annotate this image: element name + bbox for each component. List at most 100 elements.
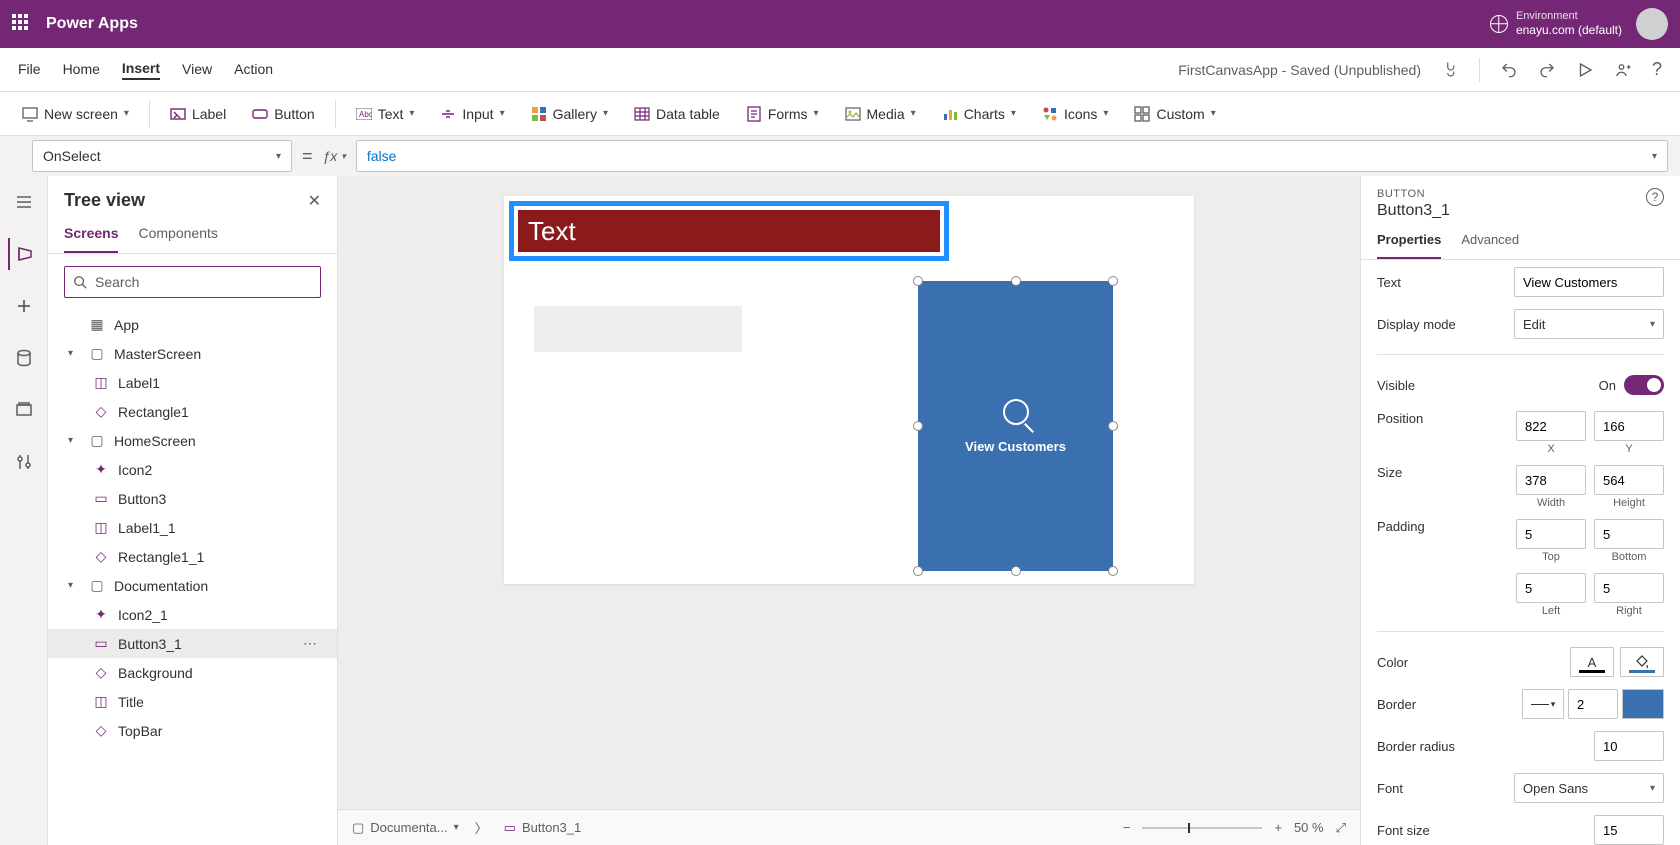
canvas-view-customers-button[interactable]: View Customers [918, 281, 1113, 571]
tree-item-documentation[interactable]: ▾▢Documentation [48, 571, 337, 600]
redo-icon[interactable] [1538, 61, 1556, 79]
search-input[interactable]: Search [64, 266, 321, 298]
breadcrumb-control[interactable]: ▭ Button3_1 [504, 820, 582, 836]
prop-padright-input[interactable] [1594, 573, 1664, 603]
property-selector[interactable]: OnSelect ▾ [32, 140, 292, 172]
prop-height-input[interactable] [1594, 465, 1664, 495]
formula-input[interactable]: false ▾ [356, 140, 1668, 172]
tab-action[interactable]: Action [234, 61, 273, 79]
datatable-button[interactable]: Data table [624, 100, 730, 128]
resize-handle[interactable] [1011, 276, 1021, 286]
border-width-input[interactable] [1568, 689, 1618, 719]
prop-padleft-input[interactable] [1516, 573, 1586, 603]
font-color-button[interactable]: A [1570, 647, 1614, 677]
tree-item-topbar[interactable]: ◇TopBar [48, 716, 337, 745]
prop-padtop-input[interactable] [1516, 519, 1586, 549]
visible-toggle[interactable] [1624, 375, 1664, 395]
fx-icon[interactable]: ƒx ▾ [323, 148, 346, 164]
tree-item-app[interactable]: ▦App [48, 310, 337, 339]
app-checker-icon[interactable] [1441, 61, 1459, 79]
resize-handle[interactable] [913, 566, 923, 576]
tree-item-rectangle11[interactable]: ◇Rectangle1_1 [48, 542, 337, 571]
new-screen-button[interactable]: New screen ▾ [12, 100, 139, 128]
artboard[interactable]: Text View Customers [504, 196, 1194, 584]
fit-icon[interactable]: ⤢ [1336, 820, 1346, 836]
tree-item-icon2[interactable]: ✦Icon2 [48, 455, 337, 484]
tab-home[interactable]: Home [63, 61, 100, 79]
gallery-button[interactable]: Gallery ▾ [521, 100, 618, 128]
border-style-select[interactable]: ▾ [1522, 689, 1564, 719]
media-button[interactable]: Media ▾ [835, 100, 926, 128]
play-icon[interactable] [1576, 61, 1594, 79]
resize-handle[interactable] [913, 421, 923, 431]
tree-item-background[interactable]: ◇Background [48, 658, 337, 687]
rail-media[interactable] [8, 394, 40, 426]
chevron-down-icon: ▾ [500, 108, 505, 119]
custom-button[interactable]: Custom ▾ [1124, 100, 1225, 128]
tree-item-rectangle1[interactable]: ◇Rectangle1 [48, 397, 337, 426]
tree-item-homescreen[interactable]: ▾▢HomeScreen [48, 426, 337, 455]
rail-advanced[interactable] [8, 446, 40, 478]
tree-item-label1[interactable]: ◫Label1 [48, 368, 337, 397]
share-icon[interactable] [1614, 61, 1632, 79]
tree-item-button31[interactable]: ▭Button3_1⋯ [48, 629, 337, 658]
prop-y-input[interactable] [1594, 411, 1664, 441]
zoom-out-button[interactable]: − [1123, 820, 1131, 835]
icons-button[interactable]: Icons ▾ [1032, 100, 1119, 128]
rail-tree-view[interactable] [8, 238, 40, 270]
text-button[interactable]: Abc Text ▾ [346, 100, 425, 128]
tree-item-button3[interactable]: ▭Button3 [48, 484, 337, 513]
input-button[interactable]: Input ▾ [430, 100, 514, 128]
fill-color-button[interactable] [1620, 647, 1664, 677]
environment-picker[interactable]: Environment enayu.com (default) [1490, 10, 1622, 38]
zoom-in-button[interactable]: + [1274, 820, 1282, 835]
border-color-button[interactable] [1622, 689, 1664, 719]
more-icon[interactable]: ⋯ [303, 635, 319, 652]
help-icon[interactable]: ? [1646, 188, 1664, 206]
avatar[interactable] [1636, 8, 1668, 40]
prop-tab-properties[interactable]: Properties [1377, 226, 1441, 259]
tree-item-label11[interactable]: ◫Label1_1 [48, 513, 337, 542]
rail-data[interactable] [8, 342, 40, 374]
control-name: Button3_1 [1377, 202, 1450, 220]
resize-handle[interactable] [1011, 566, 1021, 576]
zoom-slider[interactable] [1142, 827, 1262, 829]
help-icon[interactable]: ? [1652, 59, 1662, 80]
border-radius-input[interactable] [1594, 731, 1664, 761]
resize-handle[interactable] [913, 276, 923, 286]
tree-item-masterscreen[interactable]: ▾▢MasterScreen [48, 339, 337, 368]
fontsize-input[interactable] [1594, 815, 1664, 845]
waffle-icon[interactable] [12, 14, 32, 34]
tree-item-title[interactable]: ◫Title [48, 687, 337, 716]
breadcrumb-screen[interactable]: ▢ Documenta... ▾ [352, 820, 459, 836]
undo-icon[interactable] [1500, 61, 1518, 79]
button-icon: ▭ [92, 635, 110, 652]
prop-width-input[interactable] [1516, 465, 1586, 495]
forms-icon [746, 106, 762, 122]
tab-components[interactable]: Components [138, 219, 217, 253]
rail-insert[interactable] [8, 290, 40, 322]
resize-handle[interactable] [1108, 276, 1118, 286]
prop-x-input[interactable] [1516, 411, 1586, 441]
label-button[interactable]: Label [160, 100, 236, 128]
forms-button[interactable]: Forms ▾ [736, 100, 829, 128]
close-icon[interactable]: ✕ [308, 191, 321, 211]
tab-insert[interactable]: Insert [122, 60, 160, 80]
canvas-label-selected[interactable]: Text [509, 201, 949, 261]
button-button[interactable]: Button [242, 100, 324, 128]
canvas-gray-box[interactable] [534, 306, 742, 352]
resize-handle[interactable] [1108, 421, 1118, 431]
tab-view[interactable]: View [182, 61, 212, 79]
prop-tab-advanced[interactable]: Advanced [1461, 226, 1519, 259]
label-icon: ◫ [92, 374, 110, 391]
prop-padbottom-input[interactable] [1594, 519, 1664, 549]
rail-hamburger[interactable] [8, 186, 40, 218]
resize-handle[interactable] [1108, 566, 1118, 576]
tab-file[interactable]: File [18, 61, 41, 79]
charts-button[interactable]: Charts ▾ [932, 100, 1026, 128]
tree-item-icon21[interactable]: ✦Icon2_1 [48, 600, 337, 629]
font-select[interactable]: Open Sans▾ [1514, 773, 1664, 803]
prop-displaymode-select[interactable]: Edit▾ [1514, 309, 1664, 339]
prop-text-input[interactable] [1514, 267, 1664, 297]
tab-screens[interactable]: Screens [64, 219, 118, 253]
